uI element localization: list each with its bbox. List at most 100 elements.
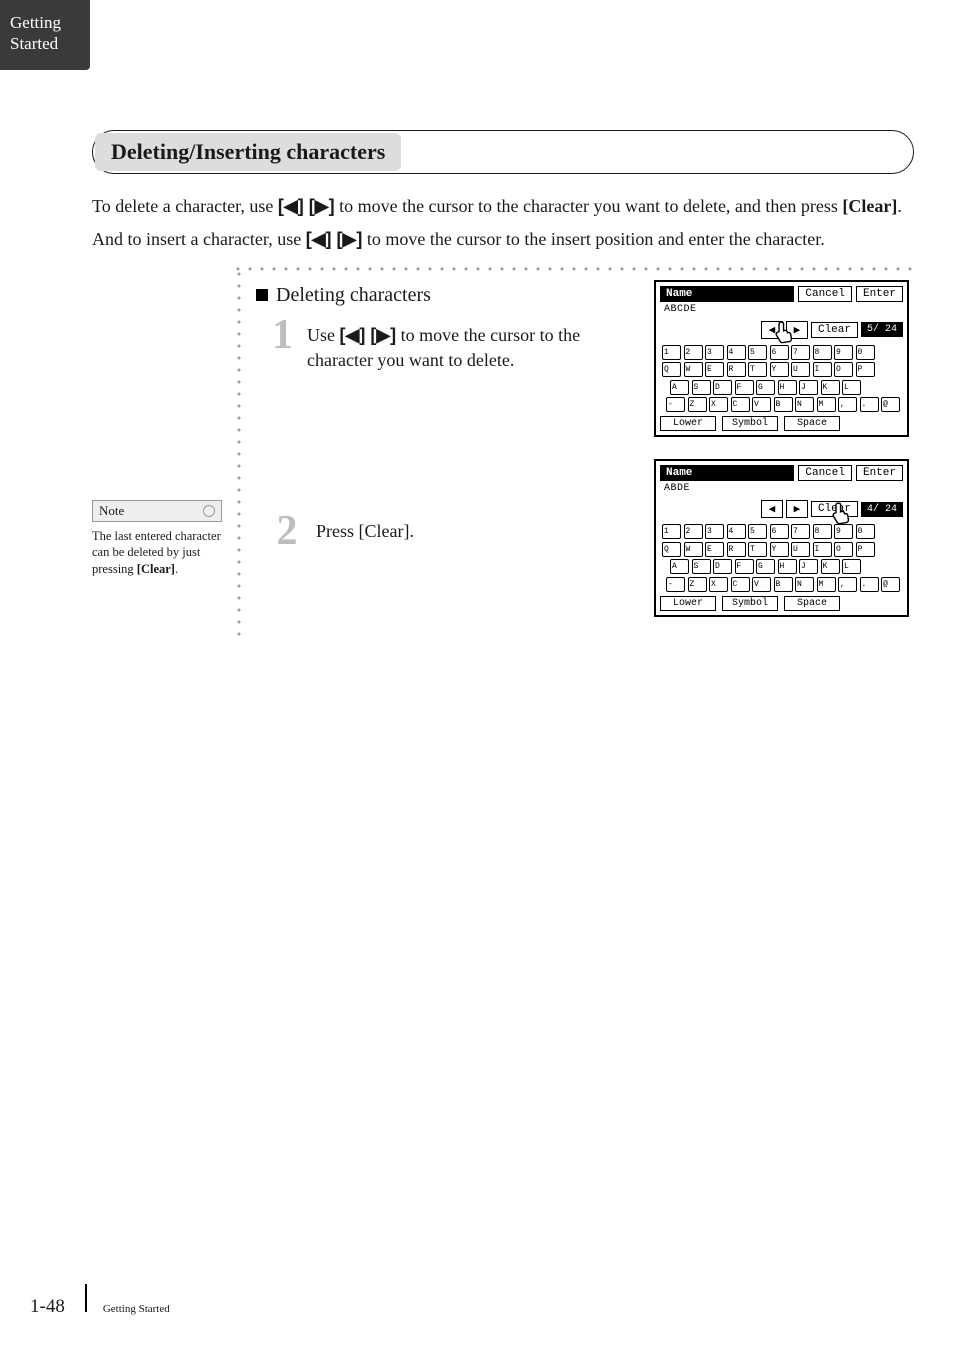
keyboard-key[interactable]: .	[860, 397, 879, 412]
keyboard-key[interactable]: 6	[770, 345, 789, 360]
keyboard-key[interactable]: -	[666, 577, 685, 592]
keyboard-key[interactable]: .	[860, 577, 879, 592]
keyboard-key[interactable]: M	[817, 577, 836, 592]
keyboard-key[interactable]: D	[713, 380, 732, 395]
keyboard-key[interactable]: O	[834, 542, 853, 557]
keyboard-key[interactable]: 6	[770, 524, 789, 539]
symbol-button[interactable]: Symbol	[722, 596, 778, 611]
keyboard-key[interactable]: ,	[838, 577, 857, 592]
keyboard-key[interactable]: 1	[662, 524, 681, 539]
keyboard-key[interactable]: I	[813, 362, 832, 377]
keyboard-key[interactable]: C	[731, 397, 750, 412]
keyboard-key[interactable]: V	[752, 577, 771, 592]
keyboard-key[interactable]: 0	[856, 345, 875, 360]
keyboard-key[interactable]: 2	[684, 524, 703, 539]
keyboard-key[interactable]: H	[778, 380, 797, 395]
keyboard-key[interactable]: 9	[834, 345, 853, 360]
keyboard-key[interactable]: N	[795, 577, 814, 592]
keyboard-key[interactable]: N	[795, 397, 814, 412]
keyboard-key[interactable]: 4	[727, 345, 746, 360]
keyboard-key[interactable]: ,	[838, 397, 857, 412]
keyboard-key[interactable]: W	[684, 362, 703, 377]
keyboard-key[interactable]: Y	[770, 362, 789, 377]
keyboard-key[interactable]: G	[756, 559, 775, 574]
case-lower-button[interactable]: Lower	[660, 416, 716, 431]
cursor-right-button[interactable]: ▶	[786, 500, 808, 518]
keyboard-key[interactable]: U	[791, 362, 810, 377]
keyboard-key[interactable]: B	[774, 577, 793, 592]
symbol-button[interactable]: Symbol	[722, 416, 778, 431]
keyboard-key[interactable]: C	[731, 577, 750, 592]
keyboard-key[interactable]: L	[842, 559, 861, 574]
keyboard-key[interactable]: K	[821, 559, 840, 574]
keyboard-key[interactable]: P	[856, 362, 875, 377]
keyboard-key[interactable]: 2	[684, 345, 703, 360]
cancel-button[interactable]: Cancel	[798, 286, 852, 302]
keyboard-key[interactable]: L	[842, 380, 861, 395]
keyboard-key[interactable]: 5	[748, 345, 767, 360]
cursor-left-button[interactable]: ◀	[761, 321, 783, 339]
keyboard-key[interactable]: Q	[662, 542, 681, 557]
keyboard-key[interactable]: J	[799, 559, 818, 574]
keyboard-key[interactable]: 7	[791, 524, 810, 539]
keyboard-key[interactable]: A	[670, 380, 689, 395]
keyboard-key[interactable]: W	[684, 542, 703, 557]
keyboard-key[interactable]: P	[856, 542, 875, 557]
keyboard-key[interactable]: K	[821, 380, 840, 395]
keyboard-key[interactable]: T	[748, 542, 767, 557]
keyboard-key[interactable]: T	[748, 362, 767, 377]
keyboard-key[interactable]: V	[752, 397, 771, 412]
keyboard-key[interactable]: @	[881, 397, 900, 412]
keyboard-key[interactable]: 3	[705, 345, 724, 360]
keyboard-key[interactable]: Z	[688, 577, 707, 592]
keyboard-key[interactable]: S	[692, 559, 711, 574]
keyboard-key[interactable]: 3	[705, 524, 724, 539]
space-button[interactable]: Space	[784, 596, 840, 611]
keyboard-key[interactable]: M	[817, 397, 836, 412]
keyboard-key[interactable]: G	[756, 380, 775, 395]
keyboard-key[interactable]: 8	[813, 524, 832, 539]
cursor-right-button[interactable]: ▶	[786, 321, 808, 339]
keyboard-key[interactable]: 0	[856, 524, 875, 539]
space-button[interactable]: Space	[784, 416, 840, 431]
keyboard-key[interactable]: U	[791, 542, 810, 557]
name-input-value[interactable]: ABCDE	[660, 302, 903, 319]
keyboard-key[interactable]: -	[666, 397, 685, 412]
keyboard-key[interactable]: D	[713, 559, 732, 574]
keyboard-key[interactable]: J	[799, 380, 818, 395]
keyboard-key[interactable]: Y	[770, 542, 789, 557]
keyboard-key[interactable]: B	[774, 397, 793, 412]
keyboard-key[interactable]: X	[709, 577, 728, 592]
keyboard-key[interactable]: 1	[662, 345, 681, 360]
keyboard-key[interactable]: E	[705, 362, 724, 377]
clear-button[interactable]: Clear	[811, 501, 858, 517]
keyboard-row-4: -ZXCVBNM,.@	[662, 577, 901, 592]
keyboard-key[interactable]: H	[778, 559, 797, 574]
clear-button[interactable]: Clear	[811, 322, 858, 338]
case-lower-button[interactable]: Lower	[660, 596, 716, 611]
cancel-button[interactable]: Cancel	[798, 465, 852, 481]
name-input-value[interactable]: ABDE	[660, 481, 903, 498]
keyboard-key[interactable]: 7	[791, 345, 810, 360]
enter-button[interactable]: Enter	[856, 465, 903, 481]
keyboard-key[interactable]: @	[881, 577, 900, 592]
keyboard-key[interactable]: F	[735, 559, 754, 574]
step-2: 2 Press [Clear].	[272, 513, 642, 551]
keyboard-key[interactable]: 5	[748, 524, 767, 539]
keyboard-key[interactable]: 9	[834, 524, 853, 539]
keyboard-key[interactable]: I	[813, 542, 832, 557]
keyboard-key[interactable]: A	[670, 559, 689, 574]
keyboard-key[interactable]: O	[834, 362, 853, 377]
keyboard-key[interactable]: S	[692, 380, 711, 395]
keyboard-key[interactable]: F	[735, 380, 754, 395]
keyboard-key[interactable]: X	[709, 397, 728, 412]
keyboard-key[interactable]: 4	[727, 524, 746, 539]
keyboard-key[interactable]: 8	[813, 345, 832, 360]
keyboard-key[interactable]: Q	[662, 362, 681, 377]
keyboard-key[interactable]: R	[727, 542, 746, 557]
keyboard-key[interactable]: R	[727, 362, 746, 377]
cursor-left-button[interactable]: ◀	[761, 500, 783, 518]
keyboard-key[interactable]: Z	[688, 397, 707, 412]
enter-button[interactable]: Enter	[856, 286, 903, 302]
keyboard-key[interactable]: E	[705, 542, 724, 557]
